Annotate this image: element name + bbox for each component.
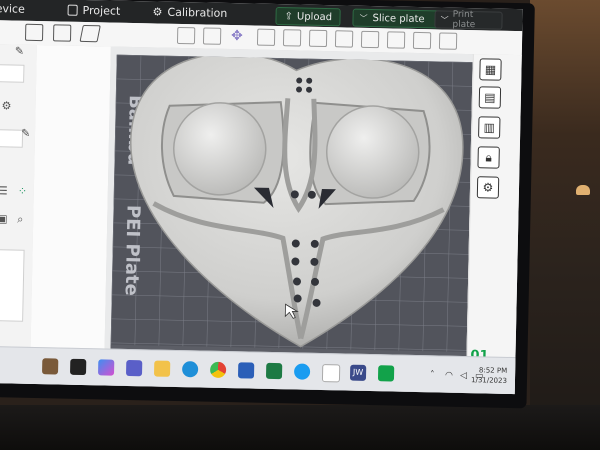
teams-icon[interactable] <box>125 359 143 377</box>
word-icon[interactable] <box>237 362 255 379</box>
gear-icon[interactable]: ⚙ <box>1 99 11 112</box>
desk <box>0 405 600 450</box>
object-list-box <box>0 249 25 322</box>
scale-icon[interactable] <box>282 29 302 47</box>
settings-panel: ✎ ✎ ⁘ ⌕ <box>15 45 112 386</box>
view-icon[interactable]: ▦ <box>479 58 502 81</box>
edit-icon[interactable]: ✎ <box>21 127 30 140</box>
excel-icon[interactable] <box>265 362 283 380</box>
monitor: evice Project ⚙ Calibration ⇪ Upload ﹀ S… <box>0 0 535 409</box>
print-plate-button[interactable]: ﹀ Print plate <box>434 9 503 31</box>
tray-chevron-icon[interactable]: ˄ <box>430 370 435 380</box>
edit-icon[interactable]: ✎ <box>15 45 24 58</box>
text-icon[interactable] <box>412 31 432 50</box>
file-explorer-icon[interactable] <box>153 360 171 377</box>
printer-select-box[interactable] <box>0 64 25 83</box>
slice-label: Slice plate <box>372 12 425 25</box>
plate-grid-svg: Bambu PEI Plate <box>109 52 473 394</box>
system-clock[interactable]: 8:52 PM 1/31/2023 <box>471 365 507 386</box>
lay-on-face-icon[interactable] <box>308 29 328 48</box>
task-view-icon[interactable] <box>70 358 87 376</box>
split-icon[interactable] <box>202 27 222 45</box>
3d-viewport[interactable]: Bambu PEI Plate <box>103 46 473 394</box>
seam-paint-icon[interactable] <box>386 31 406 49</box>
upload-icon: ⇪ <box>284 10 294 22</box>
calibration-tab[interactable]: ⚙ Calibration <box>152 5 227 20</box>
measure-icon[interactable] <box>438 32 458 50</box>
move-icon[interactable]: ✥ <box>231 28 249 45</box>
wifi-icon[interactable]: ◠ <box>445 371 453 381</box>
clock-date: 1/31/2023 <box>470 376 508 385</box>
layout-icon[interactable]: ▥ <box>478 116 501 139</box>
app-screen: evice Project ⚙ Calibration ⇪ Upload ﹀ S… <box>0 0 523 395</box>
calibration-tab-label: Calibration <box>167 5 228 20</box>
right-tool-panel: ▦ ▤ ▥ 🔒︎ ⚙ <box>465 54 523 395</box>
lock-icon[interactable]: 🔒︎ <box>477 146 500 169</box>
news-widget-icon[interactable] <box>42 358 59 375</box>
save-icon[interactable]: ▣ <box>0 212 8 225</box>
messenger-icon[interactable] <box>293 363 311 380</box>
search-icon[interactable]: ⌕ <box>17 213 23 227</box>
project-tab-label: Project <box>82 3 121 18</box>
plate-label-bottom: PEI Plate <box>121 205 144 296</box>
device-tab[interactable]: evice <box>0 2 25 16</box>
room-background <box>530 0 600 450</box>
copilot-icon[interactable] <box>97 359 115 376</box>
support-paint-icon[interactable] <box>360 30 380 49</box>
xbox-icon[interactable] <box>321 364 341 383</box>
add-plate-icon[interactable] <box>52 24 72 42</box>
bambu-studio-icon[interactable] <box>377 365 395 382</box>
lamp <box>576 185 590 195</box>
slice-plate-button[interactable]: ﹀ Slice plate <box>352 8 445 29</box>
plate-type-box[interactable] <box>0 129 24 148</box>
chrome-icon[interactable] <box>209 361 227 379</box>
upload-button[interactable]: ⇪ Upload <box>275 6 342 27</box>
orient-icon[interactable] <box>79 24 101 43</box>
project-tab[interactable]: Project <box>67 3 121 18</box>
device-tab-label: evice <box>0 2 25 16</box>
chevron-down-icon: ﹀ <box>440 14 449 25</box>
chevron-down-icon: ﹀ <box>359 13 368 23</box>
edge-icon[interactable] <box>181 361 199 378</box>
build-plate[interactable]: Bambu PEI Plate <box>109 52 473 394</box>
slice-preview-icon[interactable]: ▤ <box>478 86 502 109</box>
arrange-icon[interactable] <box>176 26 196 45</box>
list-icon[interactable]: ☰ <box>0 184 8 197</box>
add-object-icon[interactable] <box>24 23 44 42</box>
upload-label: Upload <box>296 10 333 23</box>
project-icon <box>67 4 78 16</box>
rotate-icon[interactable] <box>256 28 276 46</box>
calibration-icon: ⚙ <box>152 5 163 19</box>
volume-icon[interactable]: ◁ <box>460 371 467 381</box>
filament-icon[interactable]: ⁘ <box>18 185 27 198</box>
print-label: Print plate <box>452 9 476 31</box>
settings-icon[interactable]: ⚙ <box>476 176 500 199</box>
photo-scene: evice Project ⚙ Calibration ⇪ Upload ﹀ S… <box>0 0 600 450</box>
cut-icon[interactable] <box>334 30 354 48</box>
jw-icon[interactable]: JW <box>349 364 367 381</box>
